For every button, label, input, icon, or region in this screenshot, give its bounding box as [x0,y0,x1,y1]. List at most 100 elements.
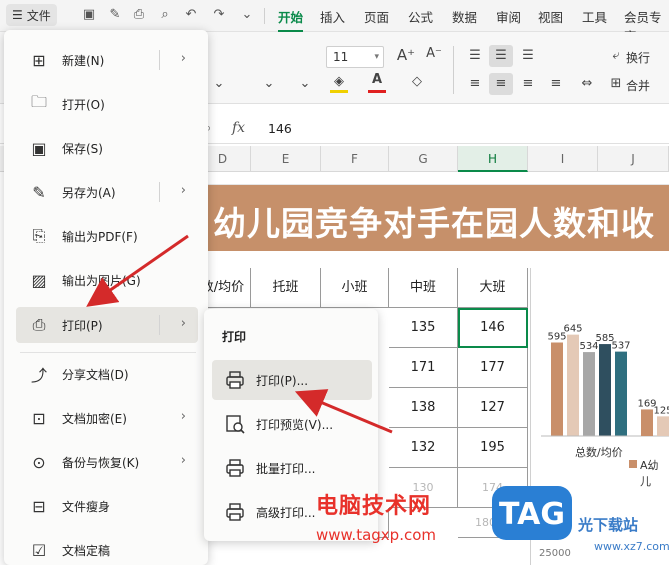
pdf-icon: ⎘ [32,226,46,245]
justify-icon[interactable]: ≡ [545,76,567,91]
menu-item-label: 新建(N) [62,53,105,68]
menu-item-export-image[interactable]: ▨ 输出为图片(G) [16,262,198,298]
tab-home[interactable]: 开始 [278,7,304,32]
chart-bar[interactable] [641,409,653,436]
menu-item-slim[interactable]: ⊟ 文件瘦身 [16,488,198,524]
menu-item-save[interactable]: ▣ 保存(S) [16,130,198,166]
decrease-font-icon[interactable]: A⁻ [424,46,444,61]
column-header-j[interactable]: J [598,146,669,172]
table-header-cell[interactable]: 大班 [458,268,528,308]
undo-icon[interactable]: ↶ [182,6,200,24]
formula-input[interactable]: 146 [268,121,292,136]
table-cell-selected[interactable]: 146 [458,308,528,348]
increase-font-icon[interactable]: A⁺ [396,46,416,64]
align-center-icon[interactable]: ≡ [489,73,513,95]
column-header-i[interactable]: I [528,146,598,172]
dropdown-icon[interactable]: ⌄ [212,76,226,91]
merge-cells-icon[interactable]: ⊞ [606,76,626,91]
menu-item-label: 文件瘦身 [62,499,111,514]
tab-page[interactable]: 页面 [364,7,389,26]
chevron-right-icon[interactable]: › [181,453,186,468]
print-item-label: 高级打印... [256,505,316,520]
align-middle-icon[interactable]: ☰ [489,45,513,67]
column-header-f[interactable]: F [321,146,389,172]
format-painter-icon[interactable]: ✎ [106,6,124,24]
chart-bar[interactable] [657,416,669,436]
align-right-icon[interactable]: ≡ [517,76,539,91]
sheet-banner[interactable]: 幼儿园竞争对手在园人数和收 [195,185,669,251]
print-preview-quick-icon[interactable]: ⌕ [156,6,174,24]
function-icon[interactable]: fx [232,120,245,136]
tab-formula[interactable]: 公式 [408,7,433,26]
font-color-icon[interactable]: A [368,72,386,87]
chart-bar[interactable] [583,352,595,436]
tab-tools[interactable]: 工具 [582,7,607,26]
file-menu-button[interactable]: ☰ 文件 [6,4,57,26]
menu-item-share[interactable]: ⤴ 分享文档(D) [16,356,198,392]
table-header-cell[interactable]: 小班 [321,268,389,308]
chevron-right-icon[interactable]: › [181,51,186,66]
print-item-label: 打印(P)... [256,373,309,388]
merge-cells-label[interactable]: 合并 [626,77,650,94]
fill-color-icon[interactable]: ◈ [330,74,348,89]
tab-data[interactable]: 数据 [452,7,477,26]
chart-bar[interactable] [567,334,579,436]
tab-review[interactable]: 审阅 [496,7,521,26]
print-quick-icon[interactable]: ⎙ [130,6,148,24]
table-cell[interactable]: 171 [389,348,458,388]
menu-divider [20,352,196,353]
menu-item-backup[interactable]: ⊙ 备份与恢复(K) › [16,444,198,480]
dropdown-icon[interactable]: ⌄ [298,76,312,91]
menu-item-export-pdf[interactable]: ⎘ 输出为PDF(F) [16,218,198,254]
menu-item-save-as[interactable]: ✎ 另存为(A) › [16,174,198,210]
chevron-right-icon[interactable]: › [181,183,186,198]
menu-item-finalize[interactable]: ☑ 文档定稿 [16,532,198,565]
more-icon[interactable]: ⌄ [238,6,256,24]
distribute-icon[interactable]: ⇔ [576,76,598,91]
column-header-e[interactable]: E [251,146,321,172]
print-item-batch[interactable]: 批量打印... [212,448,372,488]
table-cell[interactable]: 177 [458,348,528,388]
wrap-text-icon[interactable]: ⤶ [606,48,626,63]
table-cell[interactable]: 135 [389,308,458,348]
legend-swatch [629,460,637,468]
chevron-right-icon[interactable]: › [181,409,186,424]
tab-view[interactable]: 视图 [538,7,563,26]
axis-value: 25000 [539,548,571,559]
banner-title: 幼儿园竞争对手在园人数和收 [213,204,655,243]
table-cell[interactable]: 138 [389,388,458,428]
chart-bar[interactable] [599,344,611,436]
chart-bar[interactable] [615,351,627,436]
eraser-icon[interactable]: ◇ [408,74,426,89]
save-quick-icon[interactable]: ▣ [80,6,98,24]
chevron-down-icon: ▾ [374,52,379,62]
save-icon: ▣ [31,138,47,158]
table-header-cell[interactable]: 托班 [251,268,321,308]
menu-item-label: 输出为图片(G) [62,273,141,288]
table-header-cell[interactable]: 中班 [389,268,458,308]
divider [159,315,160,335]
table-cell[interactable]: 132 [389,428,458,468]
menu-item-label: 备份与恢复(K) [62,455,140,470]
chart-bar[interactable] [551,342,563,437]
menu-item-new[interactable]: ⊞ 新建(N) › [16,42,198,78]
dropdown-icon[interactable]: ⌄ [262,76,276,91]
chevron-right-icon[interactable]: › [181,316,186,331]
wrap-text-label[interactable]: 换行 [626,49,650,66]
align-bottom-icon[interactable]: ☰ [517,48,539,63]
print-item-preview[interactable]: 打印预览(V)... [212,404,372,444]
column-header-h[interactable]: H [458,146,528,172]
menu-item-print[interactable]: ⎙ 打印(P) › [16,307,198,343]
menu-item-open[interactable]: 🗀 打开(O) [16,86,198,122]
menu-item-encrypt[interactable]: ⊡ 文档加密(E) › [16,400,198,436]
align-left-icon[interactable]: ≡ [464,76,486,91]
font-size-select[interactable]: 11 ▾ [326,46,384,68]
column-header-g[interactable]: G [389,146,458,172]
tab-insert[interactable]: 插入 [320,7,345,26]
table-cell[interactable]: 195 [458,428,528,468]
print-item-print[interactable]: 打印(P)... [212,360,372,400]
redo-icon[interactable]: ↷ [210,6,228,24]
table-cell[interactable]: 127 [458,388,528,428]
align-top-icon[interactable]: ☰ [464,48,486,63]
sheet-row[interactable] [195,172,669,185]
